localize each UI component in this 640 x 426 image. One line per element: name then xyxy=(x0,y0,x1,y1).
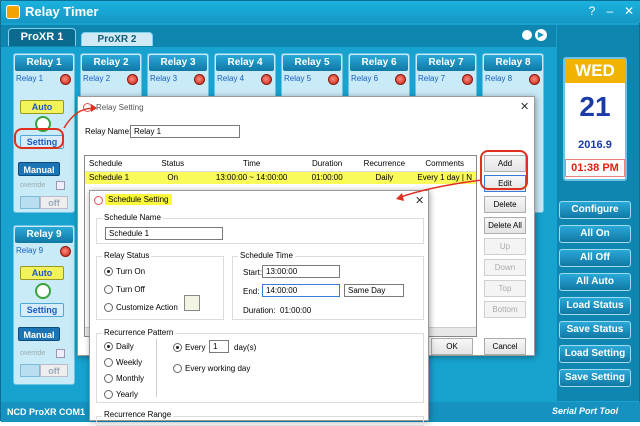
arrow-edit-to-schedule xyxy=(397,179,483,199)
annotation-arrows xyxy=(63,104,483,201)
arrow-head xyxy=(396,193,404,201)
arrow-head xyxy=(91,104,97,112)
